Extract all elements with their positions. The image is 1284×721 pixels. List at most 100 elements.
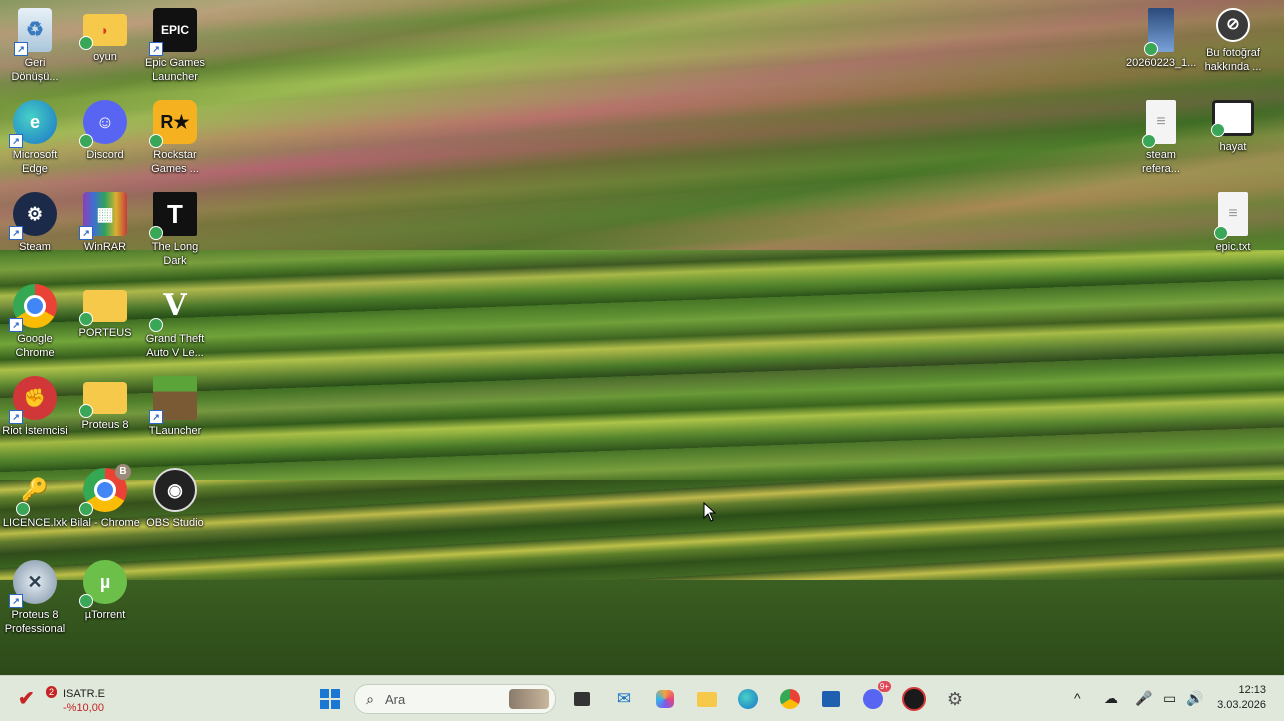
folder-icon <box>79 290 127 326</box>
sync-status-icon <box>79 594 93 608</box>
desktop-icon-image-file[interactable]: 20260223_1... <box>1126 8 1196 70</box>
riot-icon: ✊ ↗ <box>9 376 57 424</box>
clock-time: 12:13 <box>1238 684 1266 696</box>
icon-label: Bilal - Chrome <box>70 517 140 529</box>
icon-label: OBS Studio <box>146 517 204 529</box>
search-icon: ⌕ <box>366 690 374 707</box>
icon-label: Riot İstemcisi <box>2 425 68 437</box>
outlook-icon: ✉ <box>616 689 632 708</box>
desktop-icon-recycle-bin[interactable]: ♻ ↗ Geri Dönüşü... <box>0 8 70 84</box>
stock-name: ISATR.E <box>63 688 105 700</box>
profile-badge-icon: B <box>115 464 131 480</box>
icon-label: Epic Games Launcher <box>145 57 205 83</box>
desktop-icon-about-photo[interactable]: ⊘ Bu fotoğraf hakkında ... <box>1198 8 1268 74</box>
desktop-icon-proteus-professional[interactable]: ✕ ↗ Proteus 8 Professional <box>0 560 70 636</box>
clock[interactable]: 12:13 3.03.2026 <box>1217 683 1266 713</box>
desktop-icon-porteus[interactable]: PORTEUS <box>70 284 140 340</box>
shortcut-arrow-icon: ↗ <box>14 42 28 56</box>
search-placeholder: Ara <box>385 691 406 707</box>
taskbar-edge[interactable] <box>734 685 762 713</box>
icon-label: Google Chrome <box>15 333 55 359</box>
desktop-icon-epic-games[interactable]: EPIC ↗ Epic Games Launcher <box>140 8 210 84</box>
show-hidden-icons-chevron-up-icon[interactable]: ^ <box>1074 690 1081 706</box>
desktop-icon-utorrent[interactable]: µ µTorrent <box>70 560 140 622</box>
desktop-icon-oyun[interactable]: ◗ oyun <box>70 8 140 64</box>
taskbar-store[interactable] <box>817 685 845 713</box>
chrome-profile-icon: B <box>79 464 131 516</box>
desktop-icon-hayat[interactable]: hayat <box>1198 100 1268 154</box>
sync-status-icon <box>1214 226 1228 240</box>
app-icon <box>902 687 926 711</box>
desktop-icon-microsoft-edge[interactable]: e ↗ Microsoft Edge <box>0 100 70 176</box>
icon-label: LICENCE.lxk <box>2 517 68 529</box>
desktop-icon-steam-referans[interactable]: ≡ steam referа... <box>1126 100 1196 176</box>
desktop-icon-licence-file[interactable]: 🔑 LICENCE.lxk <box>0 468 70 530</box>
desktop-icon-riot-client[interactable]: ✊ ↗ Riot İstemcisi <box>0 376 70 438</box>
onedrive-cloud-icon[interactable]: ☁ <box>1104 690 1118 707</box>
taskbar-outlook[interactable]: ✉ <box>610 685 638 713</box>
wallpaper-foreground <box>0 580 1284 675</box>
microphone-icon[interactable]: 🎤 <box>1135 690 1152 707</box>
taskbar-settings[interactable]: ⚙ <box>941 685 969 713</box>
network-icon[interactable]: ▭ <box>1163 690 1176 707</box>
start-button[interactable] <box>316 685 344 713</box>
search-box[interactable]: ⌕ Ara <box>354 684 556 714</box>
desktop-icon-steam[interactable]: ⚙ ↗ Steam <box>0 192 70 254</box>
icon-label: Microsoft Edge <box>12 149 58 175</box>
chrome-icon: ↗ <box>9 284 57 332</box>
desktop-icon-obs-studio[interactable]: ◉ OBS Studio <box>140 468 210 530</box>
shortcut-arrow-icon: ↗ <box>9 318 23 332</box>
edge-icon <box>738 689 758 709</box>
taskbar-chrome[interactable] <box>776 685 804 713</box>
winrar-icon: ▦ ↗ <box>79 192 127 240</box>
shortcut-arrow-icon: ↗ <box>9 226 23 240</box>
info-camera-icon: ⊘ <box>1216 8 1250 42</box>
widget-count-badge: 2 <box>46 686 58 698</box>
desktop-icon-google-chrome[interactable]: ↗ Google Chrome <box>0 284 70 360</box>
icon-label: epic.txt <box>1215 241 1251 253</box>
the-long-dark-icon: T <box>149 192 197 240</box>
sync-status-icon <box>79 36 93 50</box>
desktop-icon-gta-v[interactable]: V Grand Theft Auto V Le... <box>140 284 210 360</box>
icon-label: PORTEUS <box>78 327 132 339</box>
sync-status-icon <box>79 502 93 516</box>
steam-icon: ⚙ ↗ <box>9 192 57 240</box>
taskbar-discord[interactable]: 9+ <box>859 681 891 713</box>
volume-icon[interactable]: 🔊 <box>1186 690 1203 707</box>
icon-label: Discord <box>86 149 124 161</box>
taskbar-copilot[interactable] <box>651 685 679 713</box>
icon-label: 20260223_1... <box>1126 57 1197 69</box>
shortcut-arrow-icon: ↗ <box>149 410 163 424</box>
search-highlight-image-icon <box>509 689 549 709</box>
stock-down-icon: ✔ <box>18 688 35 710</box>
folder-icon <box>79 382 127 418</box>
chrome-icon <box>780 689 800 709</box>
desktop-icon-bilal-chrome[interactable]: B Bilal - Chrome <box>70 464 140 530</box>
desktop-icon-epic-txt[interactable]: ≡ epic.txt <box>1198 192 1268 254</box>
taskbar-app-red-black[interactable] <box>900 685 928 713</box>
icon-label: Steam <box>19 241 51 253</box>
icon-label: TLauncher <box>148 425 202 437</box>
desktop-icon-proteus-8[interactable]: Proteus 8 <box>70 376 140 432</box>
desktop-icon-rockstar[interactable]: R★ Rockstar Games ... <box>140 100 210 176</box>
image-file-icon <box>1144 8 1174 56</box>
desktop-icon-winrar[interactable]: ▦ ↗ WinRAR <box>70 192 140 254</box>
taskbar: ✔ 2 ISATR.E -%10,00 ⌕ Ara ✉ 9+ ⚙ ^ ☁ 🎤 ▭… <box>0 675 1284 721</box>
desktop-icon-tlauncher[interactable]: ↗ TLauncher <box>140 376 210 438</box>
shortcut-arrow-icon: ↗ <box>9 410 23 424</box>
shortcut-arrow-icon: ↗ <box>9 134 23 148</box>
gta-v-icon: V <box>149 284 197 332</box>
monitor-icon <box>1211 100 1254 137</box>
sync-status-icon <box>79 312 93 326</box>
text-file-icon: ≡ <box>1142 100 1176 148</box>
notification-badge: 9+ <box>877 681 891 692</box>
taskbar-file-explorer[interactable] <box>693 685 721 713</box>
stock-widget[interactable]: ✔ 2 ISATR.E -%10,00 <box>16 680 156 718</box>
desktop-icon-the-long-dark[interactable]: T The Long Dark <box>140 192 210 268</box>
desktop-icon-discord[interactable]: ☺ Discord <box>70 100 140 162</box>
proteus-icon: ✕ ↗ <box>9 560 57 608</box>
icon-label: Bu fotoğraf hakkında ... <box>1204 47 1262 73</box>
sync-status-icon <box>79 404 93 418</box>
taskbar-task-view[interactable] <box>568 685 596 713</box>
shortcut-arrow-icon: ↗ <box>9 594 23 608</box>
